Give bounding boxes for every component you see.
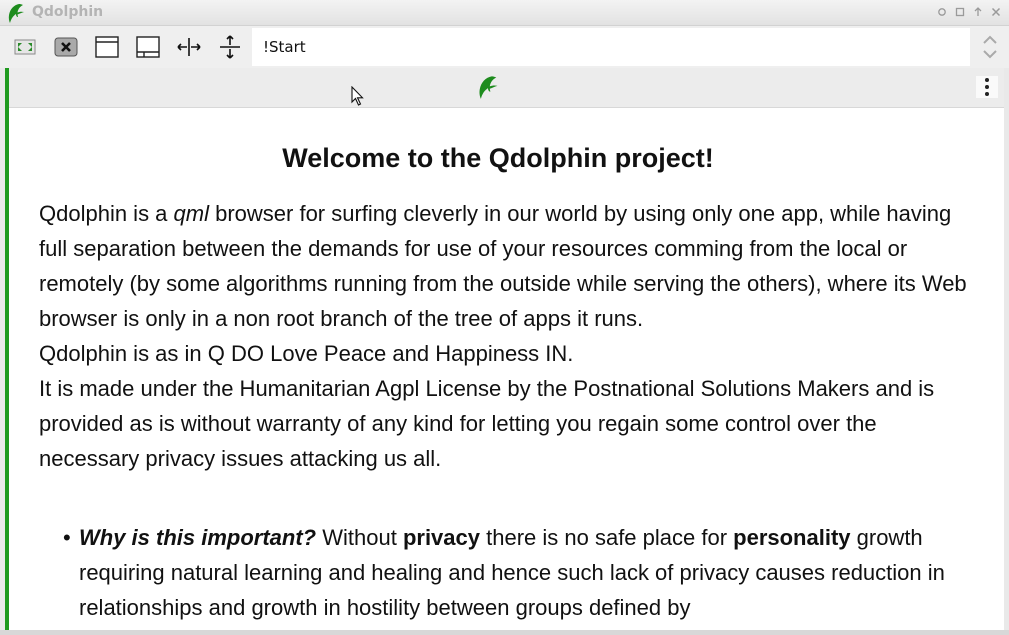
bottom-panel-icon [136,36,160,58]
bullet-question: Why is this important? [79,525,317,550]
page-content: Welcome to the Qdolphin project! Qdolphi… [9,108,1004,630]
bullet-icon: • [63,525,71,550]
maximize-button[interactable] [953,5,967,19]
square-icon [955,7,965,17]
more-options-button[interactable] [976,76,998,98]
horizontal-resize-icon [177,38,201,56]
window-button[interactable] [94,34,120,60]
close-tab-icon [54,37,78,57]
bullet-text-a: Without [316,525,403,550]
title-bar: Qdolphin [0,0,1009,26]
window-icon [95,36,119,58]
fullscreen-button[interactable] [12,34,38,60]
close-window-button[interactable] [989,5,1003,19]
fullscreen-icon [14,39,36,55]
mouse-pointer-icon [351,86,364,106]
bullet-list: • Why is this important? Without privacy … [39,520,979,625]
tagline-paragraph: Qdolphin is as in Q DO Love Peace and Ha… [39,341,574,366]
minimize-button[interactable] [935,5,949,19]
close-icon [991,7,1001,17]
vertical-resize-icon [220,35,240,59]
intro-text: Qdolphin is a qml browser for surfing cl… [39,196,979,476]
vertical-resize-button[interactable] [217,34,243,60]
arrow-up-icon [974,7,982,16]
dolphin-logo-icon [8,4,24,23]
intro-paragraph: Qdolphin is a qml browser for surfing cl… [39,196,979,336]
kebab-dot-icon [985,85,989,89]
address-input[interactable]: !Start [252,28,970,66]
kebab-dot-icon [985,78,989,82]
bottom-panel-button[interactable] [135,34,161,60]
page-heading: Welcome to the Qdolphin project! [282,143,714,173]
privacy-bold: privacy [402,525,480,550]
address-spinner[interactable] [978,32,1002,62]
bullet-text-c: there is no safe place for [480,525,734,550]
keep-above-button[interactable] [971,5,985,19]
webview-header [9,68,1004,108]
dolphin-logo-icon [479,76,498,99]
personality-bold: personality [733,525,851,550]
circle-icon [938,8,946,16]
window-title: Qdolphin [32,4,104,20]
qml-emphasis: qml [173,201,209,226]
license-paragraph: It is made under the Humanitarian Agpl L… [39,376,935,471]
window-controls [935,5,1003,19]
kebab-dot-icon [985,92,989,96]
close-tab-button[interactable] [53,34,79,60]
toolbar: !Start [0,26,1009,68]
intro-text-a: Qdolphin is a [39,201,174,226]
up-down-chevron-icon [983,35,997,59]
list-item: • Why is this important? Without privacy … [39,520,979,625]
horizontal-resize-button[interactable] [176,34,202,60]
bottom-edge [0,630,1009,635]
